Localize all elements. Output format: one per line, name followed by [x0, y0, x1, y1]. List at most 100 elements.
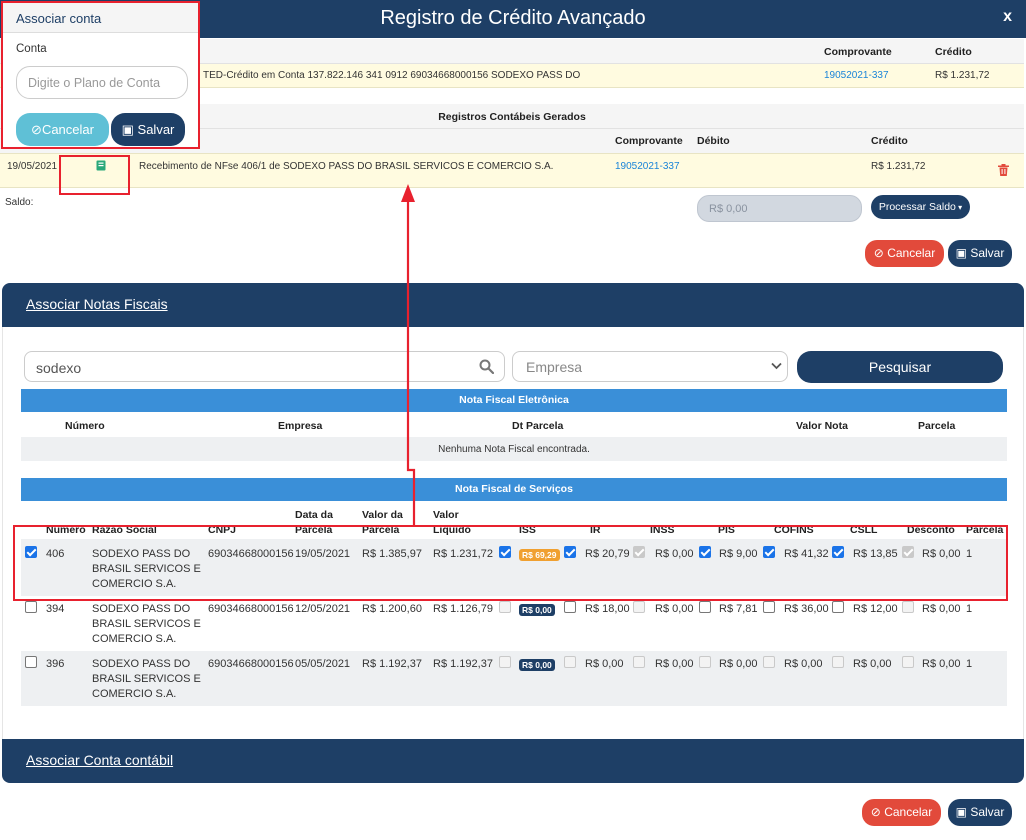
- footer-save-button[interactable]: ▣ Salvar: [948, 799, 1012, 826]
- row-select-checkbox[interactable]: [25, 601, 37, 613]
- csll-checkbox[interactable]: [832, 601, 844, 613]
- row-data: 12/05/2021: [295, 603, 351, 615]
- conta-input[interactable]: Digite o Plano de Conta: [16, 66, 188, 99]
- close-button[interactable]: x: [1003, 8, 1012, 26]
- nfe-header-parcela: Parcela: [918, 420, 956, 432]
- table-row[interactable]: 394 SODEXO PASS DO BRASIL SERVICOS E COM…: [21, 596, 1007, 651]
- iss-badge: R$ 0,00: [519, 604, 555, 616]
- nfs-header-cofins: COFINS: [774, 524, 814, 536]
- statement-header-credito: Crédito: [935, 46, 972, 58]
- conta-input-placeholder: Digite o Plano de Conta: [28, 76, 161, 90]
- row-ir: R$ 18,00: [585, 603, 630, 615]
- nfs-title-bar: Nota Fiscal de Serviços: [21, 478, 1007, 501]
- conta-contabil-section-header: Associar Conta contábil: [2, 739, 1024, 783]
- inss-checkbox: [633, 601, 645, 613]
- nfs-header-data-2: Parcela: [295, 524, 333, 536]
- row-razao-2: BRASIL SERVICOS E: [92, 673, 201, 685]
- row-valor-parcela: R$ 1.192,37: [362, 658, 422, 670]
- registros-comprovante-link[interactable]: 19052021-337: [615, 161, 680, 172]
- row-select-checkbox[interactable]: [25, 546, 37, 558]
- pesquisar-label: Pesquisar: [868, 359, 932, 375]
- trash-icon[interactable]: [998, 164, 1009, 179]
- csll-checkbox: [832, 656, 844, 668]
- row-razao-3: COMERCIO S.A.: [92, 688, 177, 700]
- statement-credito: R$ 1.231,72: [935, 70, 990, 81]
- pis-checkbox[interactable]: [699, 601, 711, 613]
- ir-checkbox: [564, 656, 576, 668]
- saldo-label: Saldo:: [5, 197, 34, 208]
- nfs-header-cnpj: CNPJ: [208, 524, 237, 536]
- row-pis: R$ 0,00: [719, 658, 758, 670]
- pesquisar-button[interactable]: Pesquisar: [797, 351, 1003, 383]
- saldo-field: R$ 0,00: [697, 195, 862, 222]
- popup-save-button[interactable]: ▣ Salvar: [111, 113, 185, 146]
- registros-header-comprovante: Comprovante: [615, 135, 683, 147]
- registros-header-credito: Crédito: [871, 135, 908, 147]
- row-desconto: R$ 0,00: [922, 548, 961, 560]
- cofins-checkbox[interactable]: [763, 601, 775, 613]
- row-valor-liquido: R$ 1.192,37: [433, 658, 493, 670]
- row-inss: R$ 0,00: [655, 548, 694, 560]
- iss-checkbox: [499, 601, 511, 613]
- row-razao-3: COMERCIO S.A.: [92, 578, 177, 590]
- row-valor-parcela: R$ 1.385,97: [362, 548, 422, 560]
- row-razao-2: BRASIL SERVICOS E: [92, 563, 201, 575]
- table-row[interactable]: 396 SODEXO PASS DO BRASIL SERVICOS E COM…: [21, 651, 1007, 706]
- popup-title: Associar conta: [16, 11, 102, 26]
- empresa-select[interactable]: Empresa: [512, 351, 788, 382]
- cofins-checkbox[interactable]: [763, 546, 775, 558]
- desconto-checkbox: [902, 601, 914, 613]
- footer-cancel-button[interactable]: ⊘ Cancelar: [862, 799, 941, 826]
- nfs-header-parcela: Parcela: [966, 524, 1004, 536]
- nfs-header-data-1: Data da: [295, 509, 333, 521]
- book-icon[interactable]: [96, 160, 106, 174]
- row-pis: R$ 9,00: [719, 548, 758, 560]
- nfs-header-inss: INSS: [650, 524, 675, 536]
- table-row[interactable]: 406 SODEXO PASS DO BRASIL SERVICOS E COM…: [21, 539, 1007, 596]
- row-cnpj: 69034668000156: [208, 603, 294, 615]
- associar-conta-popup: Associar conta Conta Digite o Plano de C…: [1, 1, 200, 149]
- desconto-checkbox: [902, 546, 914, 558]
- iss-checkbox[interactable]: [499, 546, 511, 558]
- registros-save-label: Salvar: [970, 246, 1005, 260]
- row-select-checkbox[interactable]: [25, 656, 37, 668]
- row-desconto: R$ 0,00: [922, 603, 961, 615]
- iss-badge: R$ 69,29: [519, 549, 560, 561]
- nfs-header: Número Razão Social CNPJ Data da Parcela…: [21, 501, 1007, 539]
- registros-save-button[interactable]: ▣ Salvar: [948, 240, 1012, 267]
- registros-row: 19/05/2021 Recebimento de NFse 406/1 de …: [0, 153, 1024, 188]
- popup-cancel-button[interactable]: ⊘Cancelar: [16, 113, 109, 146]
- conta-contabil-section-title[interactable]: Associar Conta contábil: [26, 752, 173, 768]
- row-numero: 394: [46, 603, 65, 615]
- row-razao-1: SODEXO PASS DO: [92, 548, 191, 560]
- row-valor-liquido: R$ 1.231,72: [433, 548, 493, 560]
- nfe-header-numero: Número: [65, 420, 105, 432]
- registros-cancel-button[interactable]: ⊘ Cancelar: [865, 240, 944, 267]
- pis-checkbox[interactable]: [699, 546, 711, 558]
- cofins-checkbox: [763, 656, 775, 668]
- save-icon: ▣: [955, 805, 967, 819]
- iss-badge: R$ 0,00: [519, 659, 555, 671]
- nfs-header-razao: Razão Social: [92, 524, 157, 536]
- search-icon[interactable]: [479, 359, 495, 377]
- processar-saldo-button[interactable]: Processar Saldo ▾: [871, 195, 970, 219]
- cancel-icon: ⊘: [870, 805, 881, 819]
- csll-checkbox[interactable]: [832, 546, 844, 558]
- row-parcela: 1: [966, 603, 973, 615]
- nfe-header-empresa: Empresa: [278, 420, 323, 432]
- ir-checkbox[interactable]: [564, 546, 576, 558]
- nfe-header-valor-nota: Valor Nota: [796, 420, 848, 432]
- row-inss: R$ 0,00: [655, 603, 694, 615]
- ir-checkbox[interactable]: [564, 601, 576, 613]
- row-cnpj: 69034668000156: [208, 548, 294, 560]
- registros-date: 19/05/2021: [7, 161, 58, 172]
- row-inss: R$ 0,00: [655, 658, 694, 670]
- row-ir: R$ 20,79: [585, 548, 630, 560]
- registros-credito: R$ 1.231,72: [871, 161, 926, 172]
- registros-cancel-label: Cancelar: [887, 246, 936, 260]
- nfe-empty-row: Nenhuma Nota Fiscal encontrada.: [21, 437, 1007, 461]
- statement-comprovante-link[interactable]: 19052021-337: [824, 70, 889, 81]
- row-csll: R$ 12,00: [853, 603, 898, 615]
- notas-section-title[interactable]: Associar Notas Fiscais: [26, 296, 168, 312]
- nfs-header-numero: Número: [46, 524, 86, 536]
